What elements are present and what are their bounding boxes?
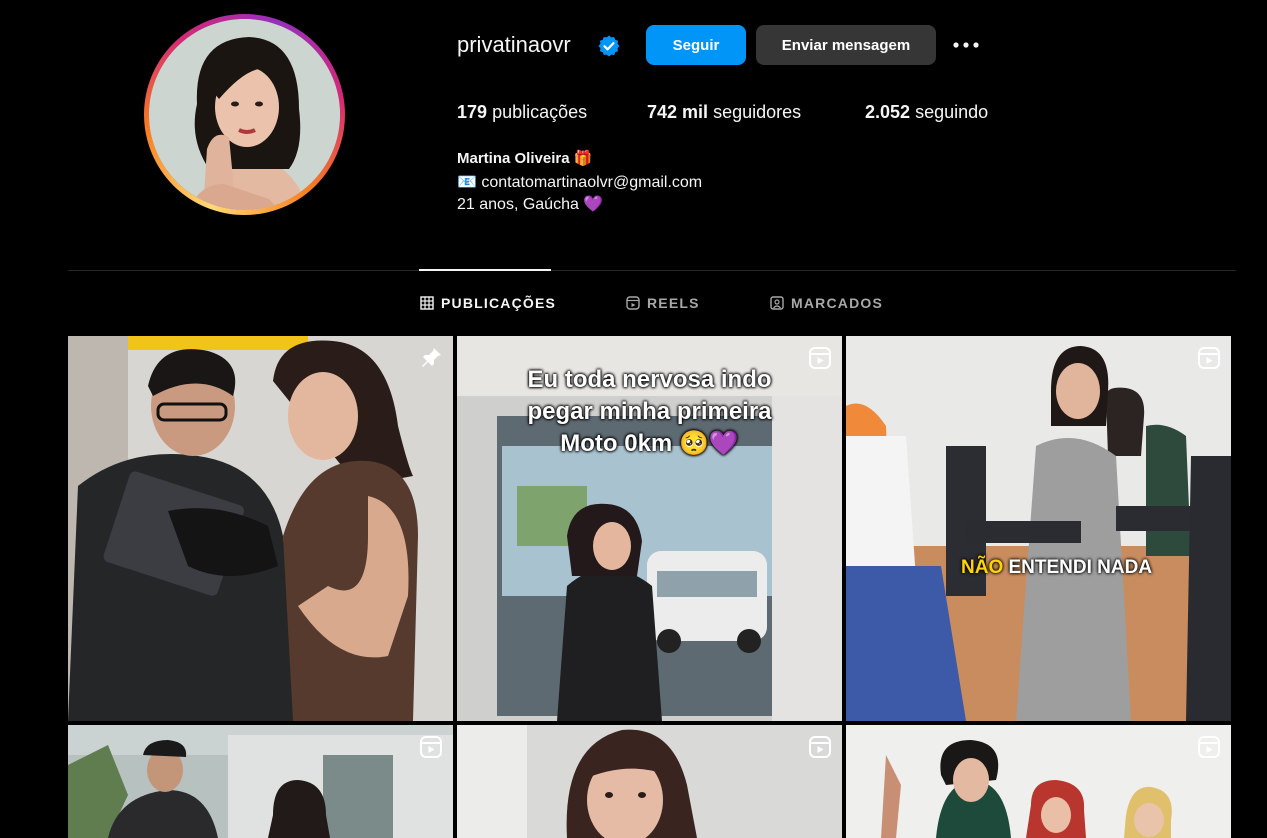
posts-stat: 179 publicações (457, 102, 587, 123)
posts-label: publicações (492, 102, 588, 122)
profile-avatar-ring[interactable] (144, 14, 345, 215)
followers-count: 742 mil (647, 102, 709, 122)
pin-icon (422, 348, 441, 367)
active-tab-indicator (419, 269, 551, 271)
post-caption: Eu toda nervosa indo pegar minha primeir… (527, 366, 772, 457)
tab-label: PUBLICAÇÕES (441, 295, 557, 311)
followers-stat[interactable]: 742 mil seguidores (647, 102, 801, 123)
post-caption: NÃO ENTENDI NADA (961, 557, 1152, 579)
reel-icon (809, 736, 831, 758)
following-stat[interactable]: 2.052 seguindo (865, 102, 988, 123)
following-count: 2.052 (865, 102, 911, 122)
profile-username: privatinaovr (457, 32, 571, 57)
avatar (149, 19, 340, 210)
tab-label: MARCADOS (791, 295, 884, 311)
post-tile[interactable] (68, 336, 453, 721)
bio-about: 21 anos, Gaúcha 💜 (457, 196, 604, 213)
tab-marcados[interactable]: MARCADOS (770, 295, 883, 311)
post-photo (457, 725, 842, 838)
followers-label: seguidores (713, 102, 802, 122)
grid-icon (420, 296, 434, 310)
caption-rest: ENTENDI NADA (1003, 557, 1153, 578)
bio-name: Martina Oliveira 🎁 (457, 150, 593, 167)
tab-label: REELS (647, 295, 700, 311)
bio-email: 📧 contatomartinaolvr@gmail.com (457, 174, 703, 191)
send-message-button[interactable]: Enviar mensagem (756, 25, 936, 65)
tab-reels[interactable]: REELS (626, 295, 700, 311)
post-photo (846, 725, 1231, 838)
reel-icon (809, 347, 831, 369)
verified-badge-icon (598, 35, 620, 57)
post-tile[interactable] (846, 725, 1231, 838)
post-photo (846, 336, 1231, 721)
posts-count: 179 (457, 102, 488, 122)
following-label: seguindo (915, 102, 989, 122)
avatar-photo (149, 19, 340, 210)
post-photo (68, 725, 453, 838)
tab-publicacoes[interactable]: PUBLICAÇÕES (420, 295, 556, 311)
more-options-icon[interactable] (950, 30, 982, 60)
post-tile[interactable] (68, 725, 453, 838)
reel-icon (420, 736, 442, 758)
post-tile[interactable] (457, 725, 842, 838)
post-tile[interactable]: Eu toda nervosa indo pegar minha primeir… (457, 336, 842, 721)
reel-icon (1198, 736, 1220, 758)
tagged-icon (770, 296, 784, 310)
post-tile[interactable]: NÃO ENTENDI NADA (846, 336, 1231, 721)
caption-highlight: NÃO (961, 557, 1004, 578)
tabs-divider (68, 270, 1236, 271)
post-photo (68, 336, 453, 721)
reels-icon (626, 296, 640, 310)
follow-button[interactable]: Seguir (646, 25, 746, 65)
reel-icon (1198, 347, 1220, 369)
